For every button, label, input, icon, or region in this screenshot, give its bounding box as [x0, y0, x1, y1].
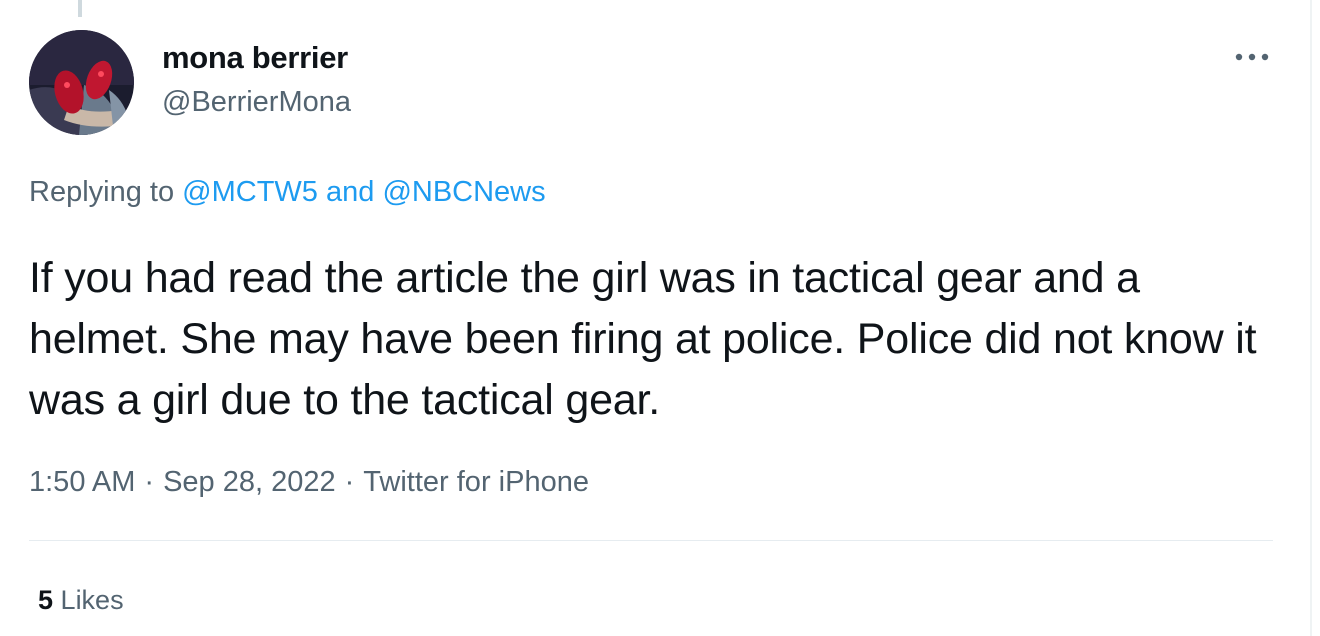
replying-to-line: Replying to @MCTW5 and @NBCNews — [29, 176, 546, 209]
tweet-date[interactable]: Sep 28, 2022 — [163, 466, 336, 498]
meta-separator: · — [144, 466, 155, 498]
more-horizontal-icon — [1235, 53, 1269, 61]
tweet-detail: mona berrier @BerrierMona Replying to @M… — [0, 0, 1320, 636]
user-handle[interactable]: @BerrierMona — [162, 86, 351, 119]
meta-separator: · — [344, 466, 355, 498]
tweet-time[interactable]: 1:50 AM — [29, 466, 135, 498]
divider — [29, 540, 1273, 541]
avatar[interactable] — [29, 30, 134, 135]
likes-stat-link[interactable]: 5 Likes — [38, 585, 124, 616]
tweet-text: If you had read the article the girl was… — [29, 254, 1257, 424]
replying-to-label: Replying to — [29, 176, 175, 208]
display-name[interactable]: mona berrier — [162, 40, 348, 76]
mention-link-nbcnews[interactable]: @NBCNews — [382, 176, 545, 208]
thread-connector-line — [78, 0, 82, 17]
likes-count: 5 — [38, 585, 54, 615]
replying-and-word: and — [325, 176, 375, 208]
tweet-source[interactable]: Twitter for iPhone — [363, 466, 589, 498]
likes-label: Likes — [60, 585, 124, 615]
mention-link-mctw5[interactable]: @MCTW5 — [182, 176, 318, 208]
avatar-image — [29, 30, 134, 135]
tweet-metadata: 1:50 AM · Sep 28, 2022 · Twitter for iPhone — [29, 466, 589, 499]
column-border — [1310, 0, 1312, 636]
more-options-button[interactable] — [1232, 40, 1272, 74]
